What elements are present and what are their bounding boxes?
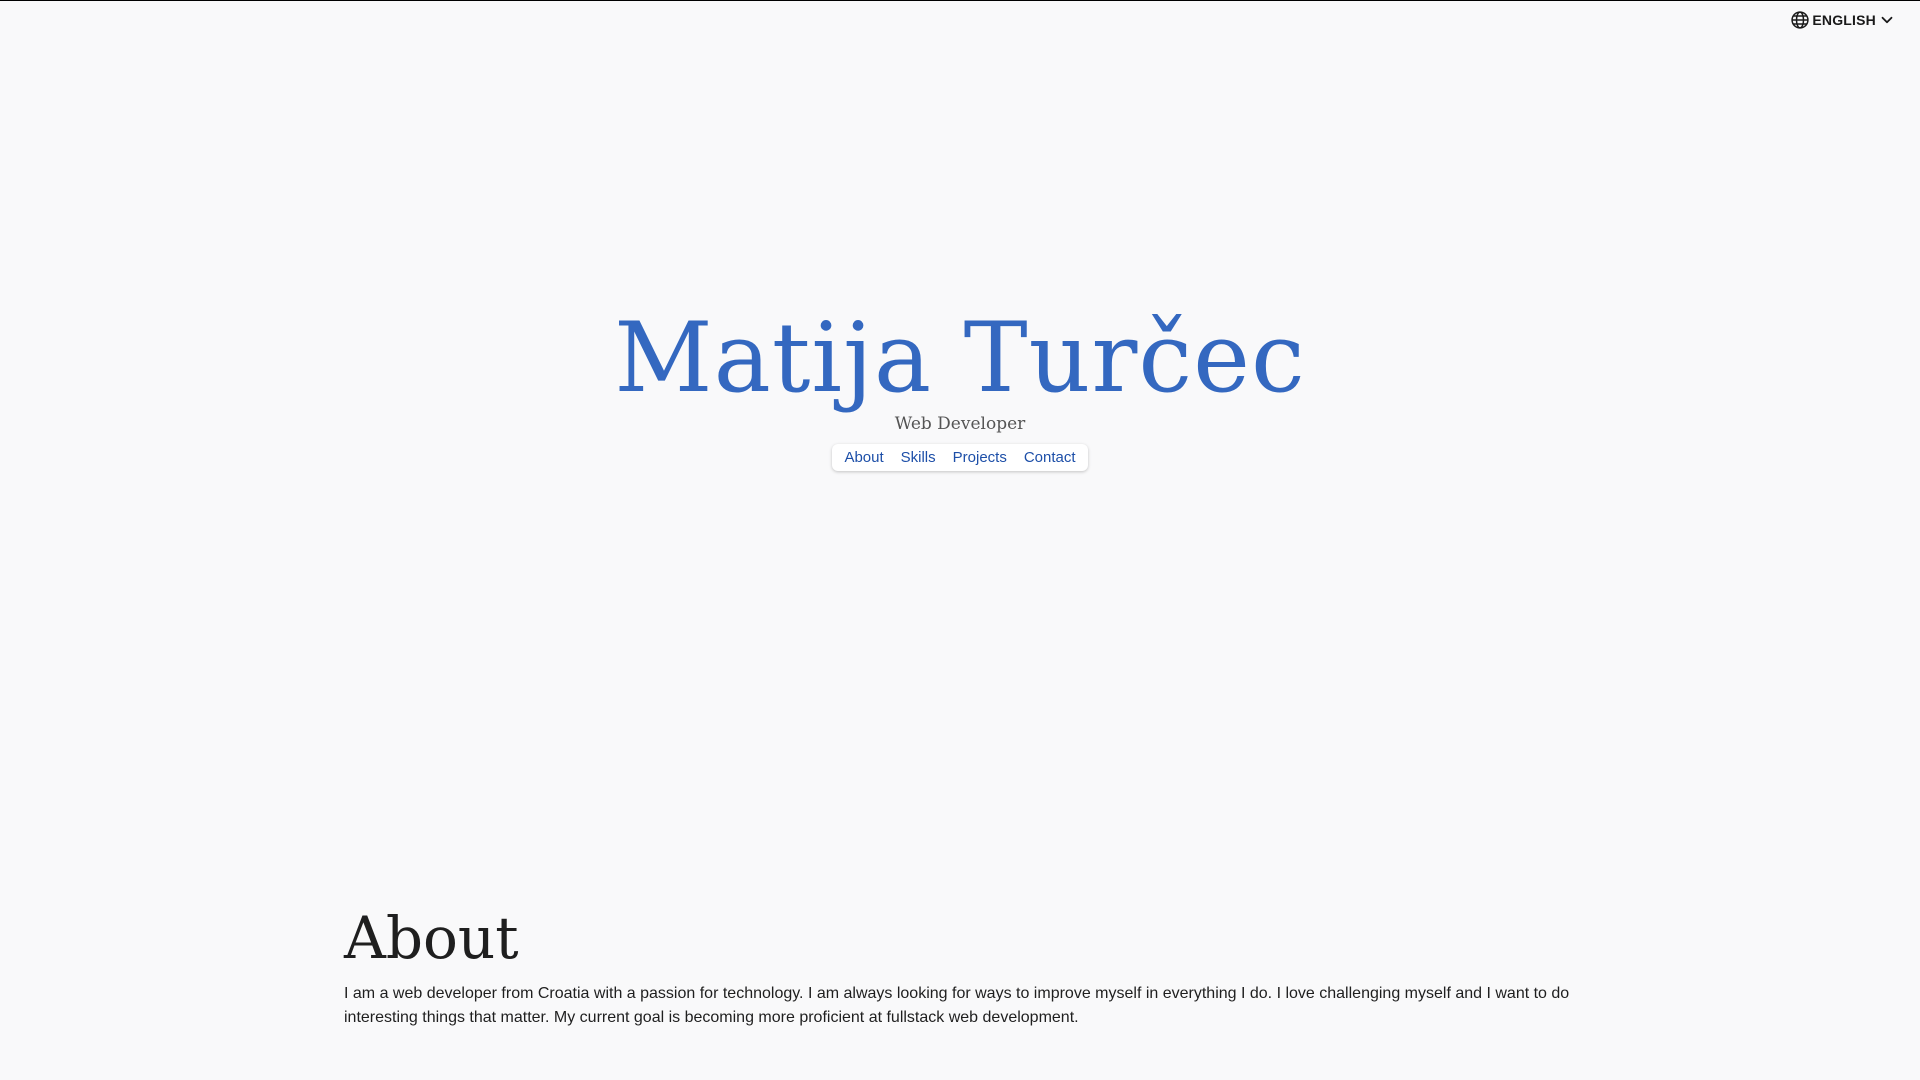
nav-link-projects[interactable]: Projects [953, 449, 1007, 466]
about-title: About [344, 904, 519, 972]
nav-link-about[interactable]: About [844, 449, 883, 466]
hero-section: Matija Turčec Web Developer About Skills… [0, 300, 1920, 471]
hero-nav: About Skills Projects Contact [832, 444, 1088, 471]
hero-name: Matija Turčec [614, 302, 1306, 414]
chevron-down-icon [1878, 11, 1896, 29]
top-border [0, 0, 1920, 1]
language-selector[interactable]: ENGLISH [1790, 10, 1896, 30]
hero-subtitle: Web Developer [894, 414, 1026, 434]
about-text: I am a web developer from Croatia with a… [344, 985, 1570, 1026]
globe-icon [1790, 10, 1810, 30]
nav-link-skills[interactable]: Skills [901, 449, 936, 466]
about-section: About I am a web developer from Croatia … [344, 896, 1584, 1030]
language-label: ENGLISH [1812, 12, 1876, 28]
nav-link-contact[interactable]: Contact [1024, 449, 1076, 466]
